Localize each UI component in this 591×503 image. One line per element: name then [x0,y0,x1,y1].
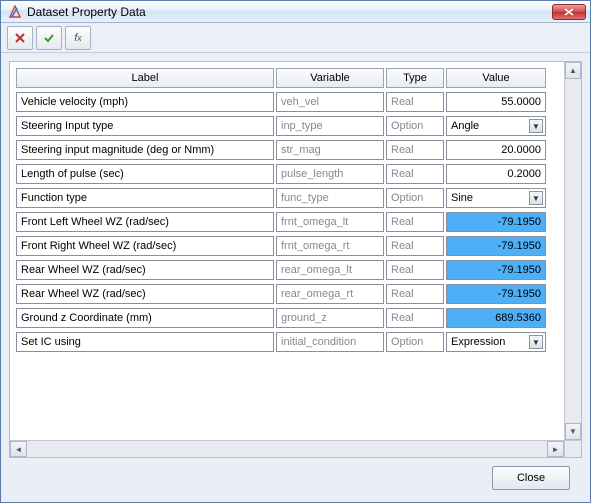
value-cell[interactable]: 55.0000 [446,92,546,112]
label-cell[interactable]: Vehicle velocity (mph) [16,92,274,112]
scroll-left-arrow[interactable]: ◄ [10,441,27,457]
horizontal-scrollbar[interactable]: ◄ ► [10,440,564,457]
table-row: Steering Input typeinp_typeOption Angle ▼ [16,116,546,136]
type-cell: Option [386,116,444,136]
accept-button[interactable] [36,26,62,50]
label-cell[interactable]: Front Right Wheel WZ (rad/sec) [16,236,274,256]
chevron-down-icon[interactable]: ▼ [529,191,543,205]
value-cell[interactable]: 689.5360 [446,308,546,328]
table-row: Front Left Wheel WZ (rad/sec)frnt_omega_… [16,212,546,232]
value-cell[interactable]: 20.0000 [446,140,546,160]
table-row: Vehicle velocity (mph)veh_velReal55.0000 [16,92,546,112]
label-cell[interactable]: Function type [16,188,274,208]
vertical-scrollbar[interactable]: ▲ ▼ [564,62,581,440]
header-label[interactable]: Label [16,68,274,88]
scroll-up-arrow[interactable]: ▲ [565,62,581,79]
variable-cell: veh_vel [276,92,384,112]
header-value[interactable]: Value [446,68,546,88]
label-cell[interactable]: Length of pulse (sec) [16,164,274,184]
titlebar[interactable]: Dataset Property Data [1,1,590,23]
variable-cell: rear_omega_lt [276,260,384,280]
dropdown-value: Sine [451,192,473,204]
variable-cell: initial_condition [276,332,384,352]
variable-cell: inp_type [276,116,384,136]
value-dropdown[interactable]: Angle ▼ [446,116,546,136]
chevron-down-icon[interactable]: ▼ [529,119,543,133]
type-cell: Real [386,260,444,280]
table-row: Set IC usinginitial_conditionOptionExpre… [16,332,546,352]
type-cell: Real [386,92,444,112]
window-title: Dataset Property Data [27,5,552,19]
grid-container: Label Variable Type Value Vehicle veloci… [9,61,582,458]
scroll-down-arrow[interactable]: ▼ [565,423,581,440]
type-cell: Real [386,212,444,232]
label-cell[interactable]: Front Left Wheel WZ (rad/sec) [16,212,274,232]
table-row: Function typefunc_typeOption Sine ▼ [16,188,546,208]
window-close-button[interactable] [552,4,586,20]
label-cell[interactable]: Set IC using [16,332,274,352]
variable-cell: pulse_length [276,164,384,184]
label-cell[interactable]: Steering input magnitude (deg or Nmm) [16,140,274,160]
dropdown-value: Angle [451,120,479,132]
value-cell[interactable]: -79.1950 [446,212,546,232]
value-cell[interactable]: -79.1950 [446,260,546,280]
type-cell: Real [386,284,444,304]
table-row: Rear Wheel WZ (rad/sec)rear_omega_rtReal… [16,284,546,304]
type-cell: Real [386,236,444,256]
scroll-track[interactable] [565,79,581,423]
header-type[interactable]: Type [386,68,444,88]
variable-cell: frnt_omega_lt [276,212,384,232]
variable-cell: rear_omega_rt [276,284,384,304]
app-icon [7,4,23,20]
label-cell[interactable]: Ground z Coordinate (mm) [16,308,274,328]
value-cell[interactable]: -79.1950 [446,284,546,304]
footer: Close [9,458,582,498]
toolbar: fx [1,23,590,53]
close-button[interactable]: Close [492,466,570,490]
scroll-corner [564,440,581,457]
type-cell: Option [386,332,444,352]
table-row: Front Right Wheel WZ (rad/sec)frnt_omega… [16,236,546,256]
dropdown-value: Expression [451,336,505,348]
type-cell: Real [386,140,444,160]
table-row: Length of pulse (sec)pulse_lengthReal0.2… [16,164,546,184]
value-dropdown[interactable]: Expression ▼ [446,332,546,352]
value-cell[interactable]: 0.2000 [446,164,546,184]
value-cell[interactable]: -79.1950 [446,236,546,256]
type-cell: Option [386,188,444,208]
table-row: Steering input magnitude (deg or Nmm)str… [16,140,546,160]
variable-cell: frnt_omega_rt [276,236,384,256]
value-dropdown[interactable]: Sine ▼ [446,188,546,208]
type-cell: Real [386,308,444,328]
variable-cell: str_mag [276,140,384,160]
scroll-right-arrow[interactable]: ► [547,441,564,457]
table-row: Ground z Coordinate (mm)ground_zReal689.… [16,308,546,328]
table-row: Rear Wheel WZ (rad/sec)rear_omega_ltReal… [16,260,546,280]
fx-button[interactable]: fx [65,26,91,50]
label-cell[interactable]: Rear Wheel WZ (rad/sec) [16,284,274,304]
label-cell[interactable]: Steering Input type [16,116,274,136]
content-area: Label Variable Type Value Vehicle veloci… [1,53,590,502]
type-cell: Real [386,164,444,184]
dialog-window: Dataset Property Data fx Label Variable [0,0,591,503]
chevron-down-icon[interactable]: ▼ [529,335,543,349]
property-table: Label Variable Type Value Vehicle veloci… [14,64,548,356]
label-cell[interactable]: Rear Wheel WZ (rad/sec) [16,260,274,280]
cancel-button[interactable] [7,26,33,50]
header-variable[interactable]: Variable [276,68,384,88]
variable-cell: func_type [276,188,384,208]
variable-cell: ground_z [276,308,384,328]
